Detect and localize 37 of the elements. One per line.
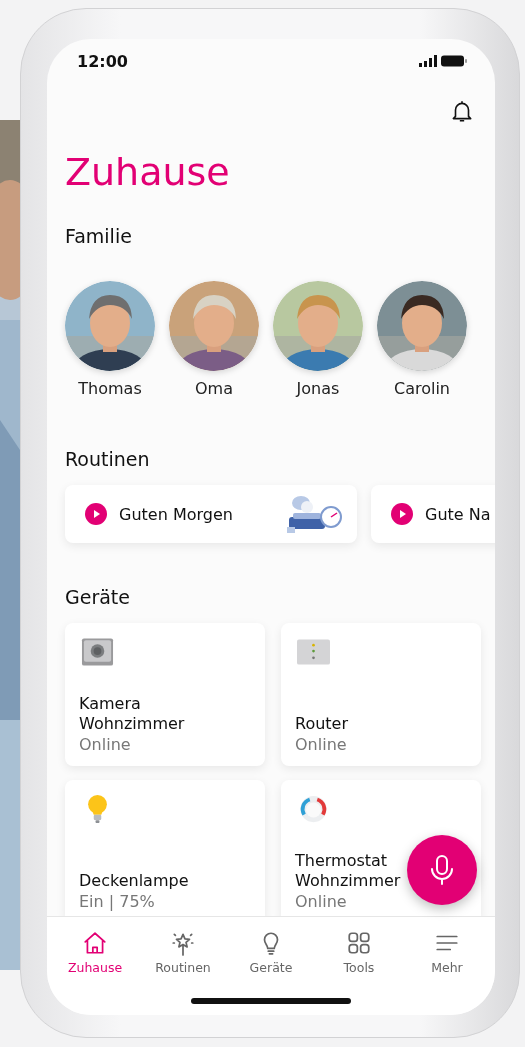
nav-tab[interactable]: Mehr (403, 917, 491, 987)
device-status: Online (79, 734, 131, 756)
member-name[interactable]: Thomas (78, 379, 142, 398)
microphone-icon (428, 854, 456, 886)
page-title: Zuhause (65, 149, 231, 195)
nav-tab[interactable]: Routinen (139, 917, 227, 987)
section-heading: Familie (65, 224, 133, 248)
routine-card[interactable]: Gute Na (371, 485, 495, 543)
section-heading: Routinen (65, 447, 151, 471)
member-name[interactable]: Oma (195, 379, 233, 398)
device-card[interactable]: Router Online (281, 623, 481, 766)
alarm-clock-drawing (285, 493, 343, 535)
status-time: 12:00 (77, 51, 128, 71)
signal-icon (419, 55, 437, 67)
router-icon (297, 637, 330, 667)
member-name[interactable]: Jonas (296, 379, 340, 398)
device-status: Ein | 75% (79, 891, 155, 913)
device-name: Router (295, 714, 349, 734)
nav-tab[interactable]: Geräte (227, 917, 315, 987)
device-name: Kamera Wohnzimmer (79, 694, 186, 734)
device-status: Online (295, 734, 347, 756)
device-status: Online (295, 891, 347, 913)
device-name: Thermostat Wohnzimmer (295, 851, 402, 891)
nav-tab[interactable]: Tools (315, 917, 403, 987)
device-name: Deckenlampe (79, 871, 189, 891)
battery-icon (441, 55, 467, 67)
section-heading: Geräte (65, 585, 131, 609)
member-name[interactable]: Carolin (394, 379, 450, 398)
device-card[interactable]: Deckenlampe Ein | 75% (65, 780, 265, 916)
play-icon (391, 503, 413, 525)
nav-tab[interactable]: Zuhause (51, 917, 139, 987)
camera-icon (81, 637, 114, 667)
routine-card[interactable]: Guten Morgen (65, 485, 357, 543)
device-card[interactable]: Kamera Wohnzimmer Online (65, 623, 265, 766)
grid-icon (346, 929, 372, 956)
thermostat-icon (297, 794, 330, 824)
play-icon (85, 503, 107, 525)
